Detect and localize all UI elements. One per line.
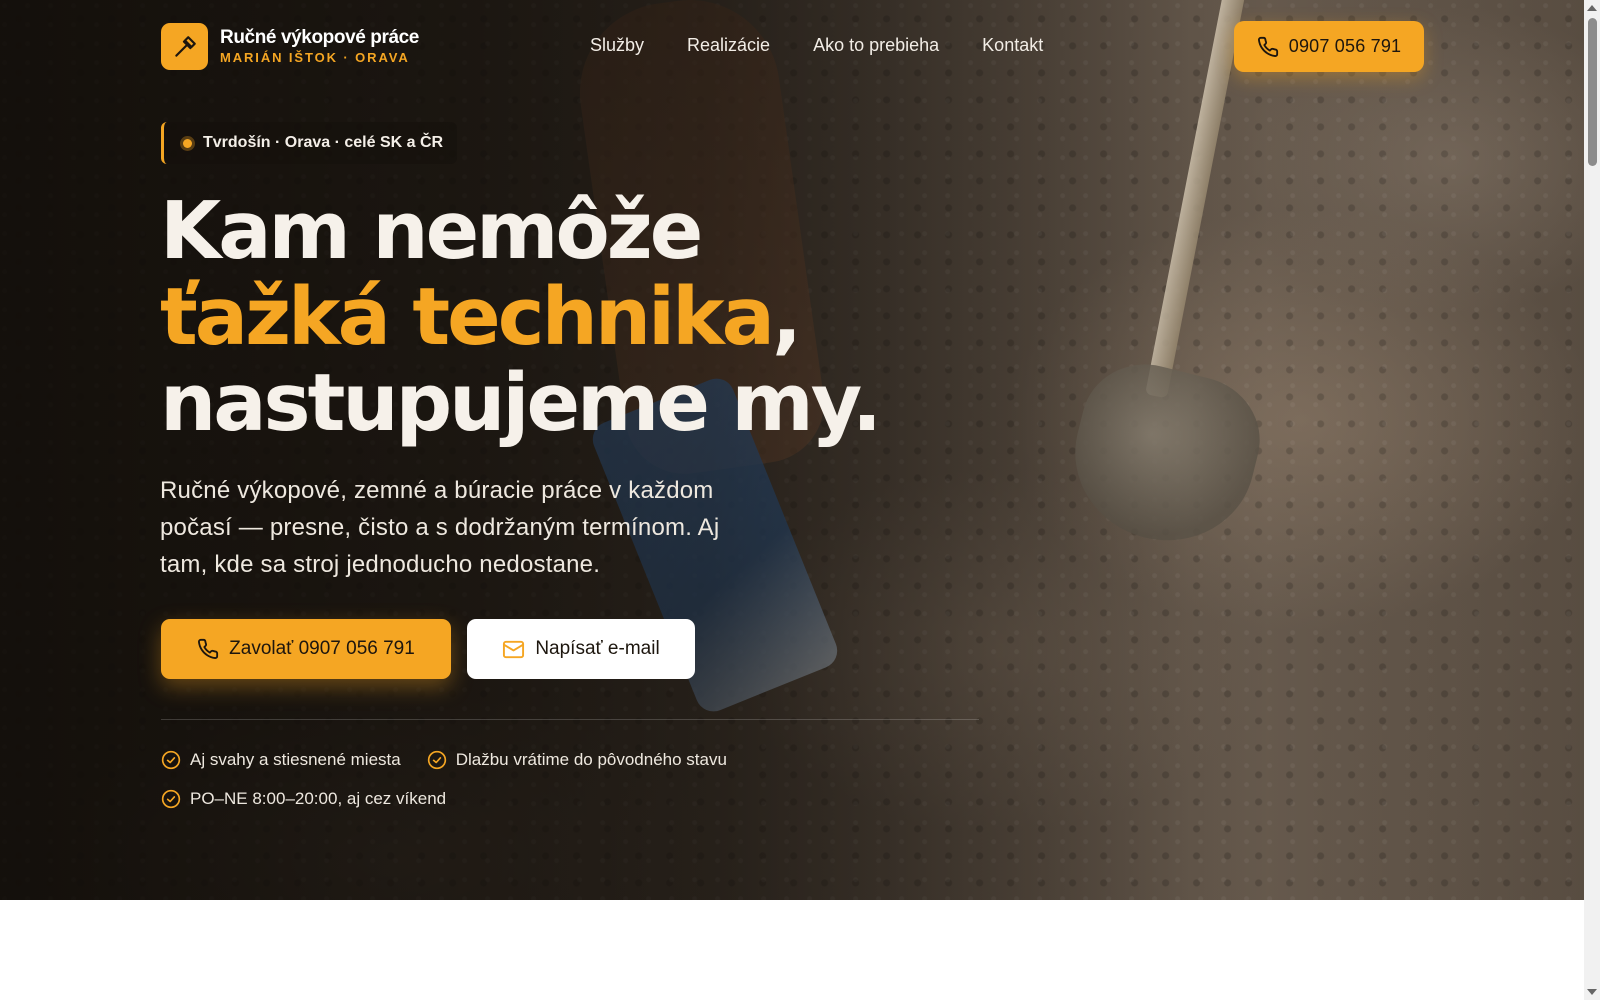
phone-icon xyxy=(198,638,219,659)
feature-item: PO–NE 8:00–20:00, aj cez víkend xyxy=(161,787,446,811)
location-badge: Tvrdošín · Orava · celé SK a ČR xyxy=(161,122,458,164)
page: Ručné výkopové práce MARIÁN IŠTOK · ORAV… xyxy=(0,0,1584,1000)
main-nav: Služby Realizácie Ako to prebieha Kontak… xyxy=(590,35,1043,56)
hero-section: Ručné výkopové práce MARIÁN IŠTOK · ORAV… xyxy=(0,0,1584,900)
location-badge-text: Tvrdošín · Orava · celé SK a ČR xyxy=(203,134,444,151)
brand-subtitle: MARIÁN IŠTOK · ORAVA xyxy=(220,50,410,65)
headline-line-1: Kam nemôže xyxy=(160,185,703,277)
call-button-label: Zavolať 0907 056 791 xyxy=(229,638,415,659)
hero-headline: Kam nemôže ťažká technika, nastupujeme m… xyxy=(160,185,882,449)
nav-item-ako-to-prebieha[interactable]: Ako to prebieha xyxy=(813,35,939,56)
site-header: Ručné výkopové práce MARIÁN IŠTOK · ORAV… xyxy=(0,0,1584,92)
phone-icon xyxy=(1257,36,1278,57)
brand-name: Ručné výkopové práce xyxy=(220,27,419,48)
feature-item: Dlažbu vrátime do pôvodného stavu xyxy=(427,748,727,772)
check-circle-icon xyxy=(427,750,446,770)
scroll-down-arrow-icon[interactable] xyxy=(1587,989,1597,995)
check-circle-icon xyxy=(161,750,181,770)
header-call-label: 0907 056 791 xyxy=(1288,36,1402,56)
call-button[interactable]: Zavolať 0907 056 791 xyxy=(161,619,451,679)
hero-divider xyxy=(161,719,979,720)
scroll-up-arrow-icon[interactable] xyxy=(1587,5,1597,11)
headline-line-3: nastupujeme my. xyxy=(160,357,882,449)
header-call-button[interactable]: 0907 056 791 xyxy=(1234,21,1424,72)
nav-item-kontakt[interactable]: Kontakt xyxy=(982,35,1043,56)
nav-item-sluzby[interactable]: Služby xyxy=(590,35,644,56)
headline-comma: , xyxy=(772,271,802,363)
brand-link[interactable]: Ručné výkopové práce MARIÁN IŠTOK · ORAV… xyxy=(161,23,419,70)
feature-label: Aj svahy a stiesnené miesta xyxy=(190,750,401,769)
headline-line-2: ťažká technika, xyxy=(160,274,879,360)
feature-list: Aj svahy a stiesnené miesta Dlažbu vráti… xyxy=(161,748,801,826)
mail-icon xyxy=(503,640,525,658)
hammer-icon xyxy=(161,23,208,70)
email-button-label: Napísať e-mail xyxy=(535,638,660,659)
vertical-scrollbar[interactable] xyxy=(1584,0,1600,1000)
brand-text: Ručné výkopové práce MARIÁN IŠTOK · ORAV… xyxy=(220,27,419,66)
dot-icon xyxy=(180,135,195,151)
feature-label: PO–NE 8:00–20:00, aj cez víkend xyxy=(190,789,447,808)
scrollbar-thumb[interactable] xyxy=(1588,18,1597,166)
nav-item-realizacie[interactable]: Realizácie xyxy=(687,35,770,56)
hero-lead: Ručné výkopové, zemné a búracie práce v … xyxy=(160,477,720,578)
feature-label: Dlažbu vrátime do pôvodného stavu xyxy=(455,750,727,769)
email-button[interactable]: Napísať e-mail xyxy=(467,619,695,679)
headline-accent: ťažká technika xyxy=(160,271,775,363)
check-circle-icon xyxy=(161,789,181,809)
feature-item: Aj svahy a stiesnené miesta xyxy=(161,748,401,772)
